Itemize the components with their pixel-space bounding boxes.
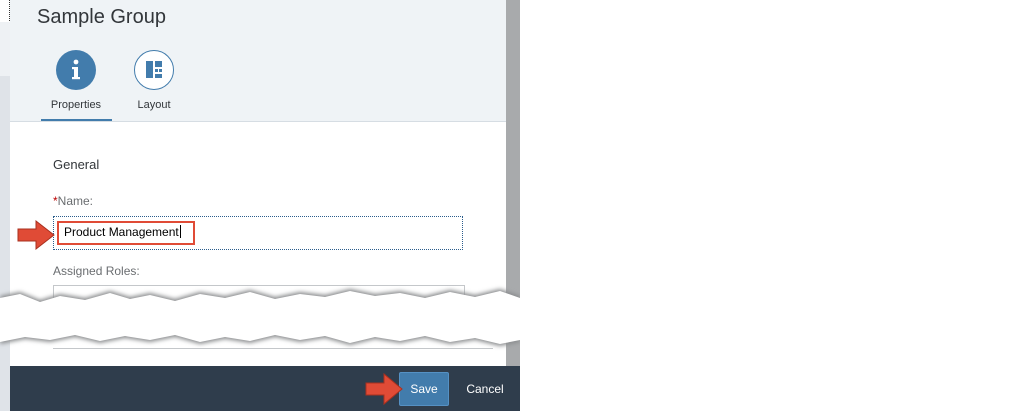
- tab-properties-label: Properties: [50, 99, 102, 111]
- name-input-highlight: Product Management: [57, 221, 195, 245]
- name-label: *Name:: [53, 194, 93, 208]
- info-icon: [56, 50, 96, 90]
- save-button[interactable]: Save: [399, 372, 449, 406]
- name-label-text: Name:: [57, 194, 94, 208]
- background-field: [0, 0, 10, 23]
- layout-icon: [134, 50, 174, 90]
- selected-tab-indicator: [41, 119, 112, 121]
- dialog-footer: Save Cancel: [10, 366, 520, 411]
- assigned-roles-list-bottom: [53, 338, 493, 349]
- name-input-value: Product Management: [64, 225, 179, 239]
- name-input[interactable]: Product Management: [53, 216, 463, 250]
- section-title: General: [53, 157, 100, 172]
- tab-layout[interactable]: Layout: [118, 50, 190, 111]
- dialog-title: Sample Group: [37, 6, 166, 28]
- cancel-button[interactable]: Cancel: [458, 372, 512, 406]
- dialog-header: Sample Group Properties Layout: [10, 0, 506, 122]
- dialog-shadow: [506, 0, 520, 300]
- arrow-pointer-icon: [17, 219, 55, 251]
- tab-layout-label: Layout: [137, 99, 171, 111]
- arrow-pointer-icon: [365, 372, 403, 406]
- tab-properties[interactable]: Properties: [40, 50, 112, 111]
- assigned-roles-label: Assigned Roles:: [53, 264, 140, 278]
- background-panel: [0, 22, 10, 76]
- text-caret: [179, 225, 181, 238]
